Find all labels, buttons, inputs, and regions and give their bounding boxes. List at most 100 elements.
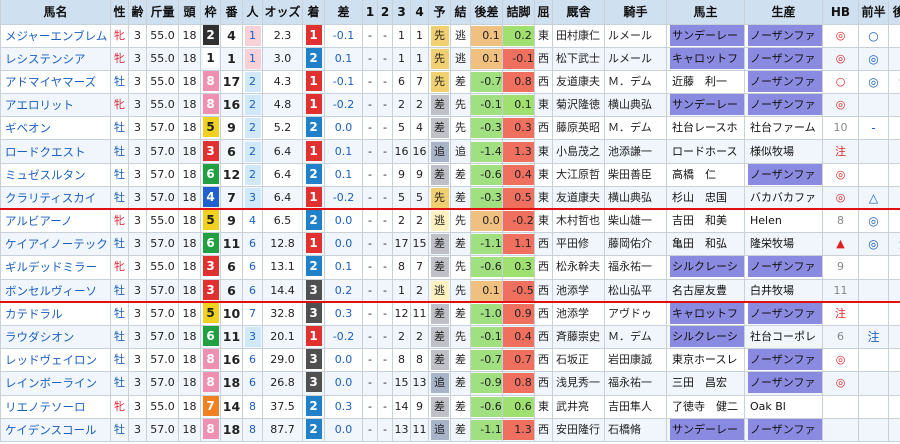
column-header[interactable]: オッズ [262, 0, 303, 25]
horse-name-link[interactable]: クラリティスカイ [0, 186, 111, 211]
corner3-cell: 2 [392, 209, 411, 234]
waku-badge: 5 [202, 210, 219, 231]
column-header[interactable]: 1 [362, 0, 378, 25]
column-header[interactable]: 2 [377, 0, 393, 25]
horse-name-link[interactable]: ラウダシオン [0, 325, 111, 350]
late-diff-value: -0.7 [471, 71, 503, 92]
table-row[interactable]: ギベオン牡 3 57.0 18 5 9 2 5.2 2 0.0- -5 4 差先 -0.3 0.3 西藤原英昭… [0, 116, 900, 141]
age-cell: 3 [128, 70, 147, 95]
predicted-style-badge: 差 [430, 118, 449, 139]
column-header[interactable]: 着 [302, 0, 325, 25]
horse-name-link[interactable]: ミュゼスルタン [0, 163, 111, 187]
owner-cell: シルクレーシ [666, 255, 745, 280]
waku-badge: 6 [202, 326, 219, 347]
column-header[interactable]: 予 [428, 0, 451, 25]
horse-name-link[interactable]: ギルデッドミラー [0, 255, 111, 280]
predicted-style-cell: 先 [428, 24, 451, 48]
column-header[interactable]: 3 [392, 0, 411, 25]
column-header[interactable]: 人 [242, 0, 263, 25]
column-header[interactable]: 詰脚 [502, 0, 535, 25]
column-header[interactable]: 齢 [128, 0, 147, 25]
table-row[interactable]: ロードクエスト牡 3 57.0 18 3 6 2 6.4 1 0.1- -16 16 追追 -1.4 1.3… [0, 139, 900, 164]
corner1-cell: - [362, 139, 378, 164]
second-half-mark-cell: 注 [888, 232, 900, 257]
table-row[interactable]: アドマイヤマーズ牡 3 55.0 18 8 17 2 4.3 1 -0.1- -6 7 先差 -0.7 0.… [0, 70, 900, 95]
column-header[interactable]: 斤量 [146, 0, 179, 25]
column-header[interactable]: 馬名 [0, 0, 111, 25]
horse-name-link[interactable]: ギベオン [0, 116, 111, 141]
column-header[interactable]: 性 [110, 0, 129, 25]
horse-name-link[interactable]: ケイアイノーテック [0, 232, 111, 257]
umaban-cell: 14 [220, 395, 243, 419]
closing-value: 0.3 [503, 257, 535, 278]
predicted-style-cell: 差 [428, 255, 451, 280]
table-row[interactable]: ケイデンスコール牡 3 57.0 18 8 18 8 87.7 2 0.0- -13 11 追差 -1.1… [0, 418, 900, 442]
column-header[interactable]: 厩舎 [552, 0, 605, 25]
table-row[interactable]: ラウダシオン牡 3 57.0 18 6 11 3 20.1 1 -0.2- -2 2 差先 -0.1 0.4… [0, 325, 900, 350]
table-row[interactable]: レッドヴェイロン牡 3 57.0 18 8 16 6 29.0 3 0.0- -8 8 差差 -0.7 0.… [0, 348, 900, 373]
horse-name-link[interactable]: ケイデンスコール [0, 418, 111, 442]
column-header[interactable]: 馬主 [666, 0, 745, 25]
horse-name-link[interactable]: アドマイヤマーズ [0, 70, 111, 95]
table-row[interactable]: リエノテソーロ牝 3 55.0 18 7 14 8 37.5 2 0.3- -14 9 差差 -0.6 0.… [0, 395, 900, 419]
sex-cell: 牡 [110, 302, 129, 326]
horse-name-link[interactable]: アエロリット [0, 93, 111, 118]
table-row[interactable]: レインボーライン牡 3 57.0 18 8 18 6 26.8 3 0.0- -15 13 追差 -0.9… [0, 371, 900, 396]
table-row[interactable]: ギルデッドミラー牝 3 55.0 18 3 6 6 13.1 2 0.1- -8 7 差先 -0.6 0.3… [0, 255, 900, 280]
horse-name-link[interactable]: メジャーエンブレム [0, 24, 111, 48]
column-header[interactable]: 枠 [200, 0, 221, 25]
column-header[interactable]: 頭 [178, 0, 201, 25]
column-header[interactable]: 番 [220, 0, 243, 25]
jockey-cell: 福永祐一 [604, 371, 667, 396]
column-header[interactable]: 騎手 [604, 0, 667, 25]
column-header[interactable]: 後半 [888, 0, 900, 25]
table-row[interactable]: クラリティスカイ牡 3 57.0 18 4 7 3 6.4 1 -0.2- -5 5 先差 -0.3 0.5… [0, 186, 900, 211]
table-row[interactable]: ミュゼスルタン牡 3 57.0 18 6 12 2 6.4 2 0.1- -9 9 差差 -0.6 0.4 東… [0, 163, 900, 187]
table-row[interactable]: ケイアイノーテック牡 3 57.0 18 6 11 6 12.8 1 0.0- -17 15 差差 -1.… [0, 232, 900, 257]
field-size-cell: 18 [178, 395, 201, 419]
horse-name-link[interactable]: アルビアーノ [0, 209, 111, 234]
corner2-cell: - [377, 395, 393, 419]
table-row[interactable]: レシステンシア牝 3 55.0 18 1 1 1 3.0 2 0.1- -1 1 先逃 0.1 -0.1 西松… [0, 47, 900, 71]
predicted-style-badge: 差 [430, 327, 449, 348]
horse-name-link[interactable]: ロードクエスト [0, 139, 111, 164]
first-half-mark-cell [858, 371, 889, 396]
table-row[interactable]: カテドラル牡 3 57.0 18 5 10 7 32.8 3 0.3- -12 11 差差 -1.0 0.9… [0, 302, 900, 326]
column-header[interactable]: 生産 [744, 0, 823, 25]
umaban-cell: 16 [220, 348, 243, 373]
farm-value: Oak Bl [750, 399, 786, 413]
waku-cell: 5 [200, 116, 221, 141]
table-row[interactable]: ボンセルヴィーソ牡 3 57.0 18 3 6 6 14.4 3 0.2- -1 2 逃先 0.1 -0.5… [0, 279, 900, 303]
corner2-cell: - [377, 24, 393, 48]
horse-name-link[interactable]: カテドラル [0, 302, 111, 326]
first-half-mark-cell [858, 139, 889, 164]
first-half-mark-cell: ◎ [858, 70, 889, 95]
hb-mark-cell [822, 418, 859, 442]
column-header[interactable]: 前半 [858, 0, 889, 25]
horse-name-link[interactable]: ボンセルヴィーソ [0, 279, 111, 303]
column-header[interactable]: 4 [410, 0, 429, 25]
finish-badge: 2 [305, 418, 322, 439]
table-row[interactable]: アルビアーノ牝 3 55.0 18 5 9 4 6.5 2 0.0- -2 2 逃先 0.0 -0.2 東木村… [0, 209, 900, 234]
popularity-cell: 6 [242, 371, 263, 396]
corner4-cell: 7 [410, 255, 429, 280]
column-header[interactable]: 後差 [470, 0, 503, 25]
column-header[interactable]: 屈 [534, 0, 553, 25]
column-header[interactable]: HB [822, 0, 859, 25]
predicted-style-cell: 逃 [428, 209, 451, 234]
weight-cell: 57.0 [146, 116, 179, 141]
age-cell: 3 [128, 116, 147, 141]
table-row[interactable]: メジャーエンブレム牝 3 55.0 18 2 4 1 2.3 1 -0.1- -1 1 先逃 0.1 0.2… [0, 24, 900, 48]
column-header[interactable]: 結 [450, 0, 471, 25]
corner1-cell: - [362, 255, 378, 280]
horse-name-link[interactable]: リエノテソーロ [0, 395, 111, 419]
second-half-mark-cell [888, 47, 900, 71]
horse-name-link[interactable]: レインボーライン [0, 371, 111, 396]
farm-value: ノーザンファ [748, 302, 822, 324]
table-row[interactable]: アエロリット牝 3 55.0 18 8 16 2 4.8 1 -0.2- -2 2 差先 -0.1 0.1 東… [0, 93, 900, 118]
horse-name-link[interactable]: レッドヴェイロン [0, 348, 111, 373]
column-header[interactable]: 差 [324, 0, 363, 25]
predicted-style-badge: 差 [430, 95, 449, 116]
horse-name-link[interactable]: レシステンシア [0, 47, 111, 71]
late-diff-value: -1.0 [471, 303, 503, 324]
